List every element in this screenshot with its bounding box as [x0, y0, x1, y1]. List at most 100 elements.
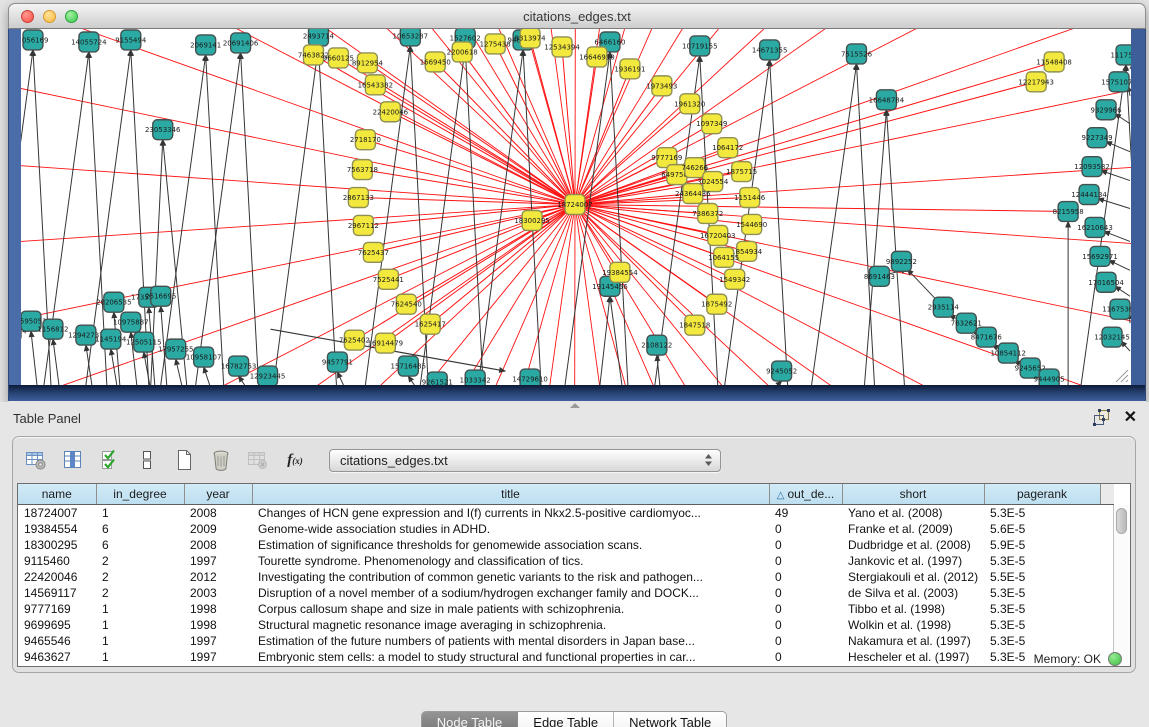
table-cell[interactable]: Disruption of a novel member of a sodium… — [252, 585, 769, 601]
graph-node[interactable]: 1275438 — [480, 34, 511, 54]
table-cell[interactable]: 5.3E-5 — [984, 601, 1100, 617]
graph-node[interactable]: 9227349 — [1082, 128, 1113, 148]
table-cell[interactable]: 5.3E-5 — [984, 553, 1100, 569]
graph-node[interactable]: 1847518 — [679, 315, 710, 335]
float-panel-icon[interactable] — [1093, 409, 1110, 426]
graph-node[interactable]: 1875715 — [726, 162, 757, 182]
table-cell[interactable]: 18300295 — [18, 537, 96, 553]
table-cell[interactable]: 1 — [96, 617, 184, 633]
graph-node[interactable]: 12032145 — [1094, 327, 1130, 347]
table-cell[interactable]: 0 — [769, 601, 842, 617]
column-visibility-button[interactable] — [60, 447, 86, 473]
table-scrollbar-thumb[interactable] — [1116, 508, 1127, 534]
graph-node[interactable]: 14671355 — [752, 40, 788, 60]
graph-node[interactable]: 15751074 — [1101, 72, 1131, 92]
graph-node[interactable]: 16648784 — [869, 90, 905, 110]
minimize-window-button[interactable] — [43, 10, 56, 23]
table-cell[interactable]: Wolkin et al. (1998) — [842, 617, 984, 633]
table-row[interactable]: 1872400712008Changes of HCN gene express… — [18, 505, 1114, 522]
table-cell[interactable]: Stergiakouli et al. (2012) — [842, 569, 984, 585]
close-window-button[interactable] — [21, 10, 34, 23]
table-cell[interactable]: 14569117 — [18, 585, 96, 601]
graph-node[interactable]: 8912954 — [352, 53, 384, 73]
table-cell[interactable]: 1998 — [184, 617, 252, 633]
graph-node[interactable]: 9155494 — [115, 30, 147, 50]
graph-node[interactable]: 12093582 — [1074, 157, 1110, 177]
table-row[interactable]: 969969511998Structural magnetic resonanc… — [18, 617, 1114, 633]
graph-node[interactable]: 2967112 — [348, 215, 379, 235]
graph-node[interactable]: 9892252 — [886, 251, 917, 271]
graph-node[interactable]: 9329966 — [1091, 100, 1122, 120]
table-cell[interactable]: de Silva et al. (2003) — [842, 585, 984, 601]
table-row[interactable]: 1938455462009Genome-wide association stu… — [18, 521, 1114, 537]
column-header-name[interactable]: name — [18, 484, 96, 505]
new-table-button[interactable] — [171, 447, 197, 473]
table-cell[interactable]: Dudbridge et al. (2008) — [842, 537, 984, 553]
column-header-in_degree[interactable]: in_degree — [96, 484, 184, 505]
table-cell[interactable]: 2009 — [184, 521, 252, 537]
column-header-year[interactable]: year — [184, 484, 252, 505]
canvas-resize-grip[interactable] — [1115, 369, 1129, 383]
table-cell[interactable]: 5.3E-5 — [984, 585, 1100, 601]
graph-node[interactable]: 15692971 — [1082, 246, 1118, 266]
graph-node[interactable]: 11548408 — [1036, 52, 1072, 72]
graph-node[interactable]: 23053346 — [145, 120, 181, 140]
graph-node[interactable]: 8215958 — [1053, 202, 1084, 222]
table-cell[interactable]: 5.3E-5 — [984, 617, 1100, 633]
graph-node[interactable]: 1549342 — [719, 269, 750, 289]
table-cell[interactable]: 9699695 — [18, 617, 96, 633]
table-cell[interactable]: 18724007 — [18, 505, 96, 522]
table-cell[interactable]: 2 — [96, 585, 184, 601]
table-row[interactable]: 2242004622012Investigating the contribut… — [18, 569, 1114, 585]
table-cell[interactable]: 1 — [96, 601, 184, 617]
table-cell[interactable]: 0 — [769, 553, 842, 569]
graph-node[interactable]: 7515526 — [841, 44, 872, 64]
graph-node[interactable]: 1117584 — [1110, 45, 1131, 65]
column-header-pagerank[interactable]: pagerank — [984, 484, 1100, 505]
close-panel-icon[interactable]: ✕ — [1124, 410, 1137, 426]
delete-table-button[interactable] — [245, 447, 271, 473]
graph-node[interactable]: 1151446 — [734, 188, 765, 208]
table-cell[interactable]: 5.3E-5 — [984, 505, 1100, 522]
graph-node[interactable]: 2493714 — [303, 29, 335, 46]
table-cell[interactable]: 1998 — [184, 601, 252, 617]
table-cell[interactable]: Yano et al. (2008) — [842, 505, 984, 522]
column-header-short[interactable]: short — [842, 484, 984, 505]
delete-rows-button[interactable] — [208, 447, 234, 473]
graph-node[interactable]: 12217943 — [1018, 72, 1054, 92]
table-cell[interactable]: 2003 — [184, 585, 252, 601]
table-cell[interactable]: Franke et al. (2009) — [842, 521, 984, 537]
column-header-title[interactable]: title — [252, 484, 769, 505]
column-header-out_de[interactable]: △out_de... — [769, 484, 842, 505]
table-cell[interactable]: 2008 — [184, 537, 252, 553]
table-cell[interactable]: 5.6E-5 — [984, 521, 1100, 537]
graph-node[interactable]: 9457791 — [322, 352, 353, 372]
table-cell[interactable]: 2 — [96, 553, 184, 569]
tab-network-table[interactable]: Network Table — [614, 712, 726, 727]
graph-node[interactable]: 1961320 — [674, 94, 705, 114]
graph-node[interactable]: 9245052 — [766, 361, 797, 381]
apply-function-button[interactable]: f(x) — [282, 447, 308, 473]
table-cell[interactable]: Structural magnetic resonance image aver… — [252, 617, 769, 633]
table-cell[interactable]: 0 — [769, 521, 842, 537]
row-height-button[interactable] — [134, 447, 160, 473]
graph-node[interactable]: 2069141 — [190, 35, 221, 55]
graph-node[interactable]: 20206535 — [96, 292, 132, 312]
table-row[interactable]: 977716911998Corpus callosum shape and si… — [18, 601, 1114, 617]
table-cell[interactable]: 6 — [96, 537, 184, 553]
table-cell[interactable]: Corpus callosum shape and size in male p… — [252, 601, 769, 617]
graph-node[interactable]: 18300295 — [514, 210, 550, 230]
graph-node[interactable]: 1973493 — [646, 76, 677, 96]
graph-node[interactable]: 9261521 — [422, 372, 453, 385]
table-row[interactable]: 911546021997Tourette syndrome. Phenomeno… — [18, 553, 1114, 569]
table-cell[interactable]: 0 — [769, 585, 842, 601]
table-cell[interactable]: 2 — [96, 569, 184, 585]
zoom-window-button[interactable] — [65, 10, 78, 23]
graph-node[interactable]: 1936191 — [614, 59, 645, 79]
table-cell[interactable]: Tourette syndrome. Phenomenology and cla… — [252, 553, 769, 569]
table-cell[interactable]: Estimation of significance thresholds fo… — [252, 537, 769, 553]
table-cell[interactable]: 49 — [769, 505, 842, 522]
graph-node[interactable]: 2108122 — [641, 335, 672, 355]
tab-edge-table[interactable]: Edge Table — [518, 712, 614, 727]
table-row[interactable]: 1456911722003Disruption of a novel membe… — [18, 585, 1114, 601]
